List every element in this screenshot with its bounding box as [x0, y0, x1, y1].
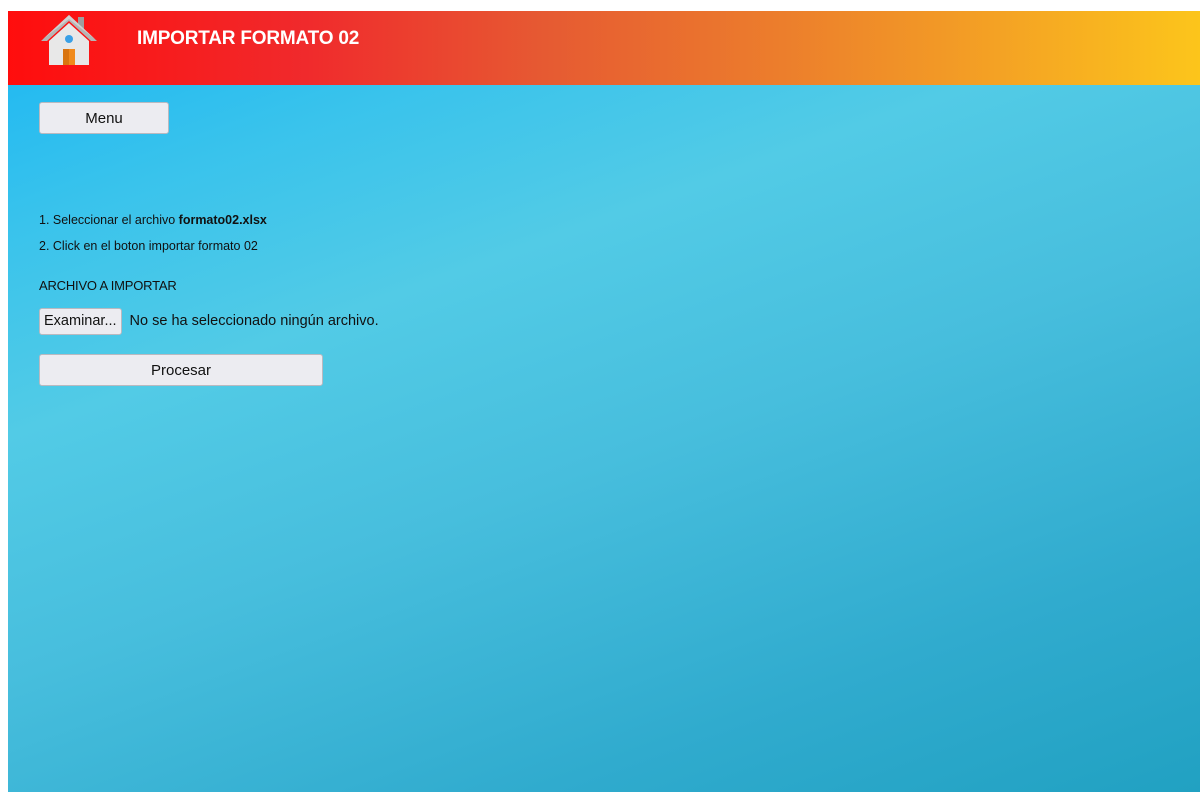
browse-button[interactable]: Examinar...: [39, 307, 122, 335]
page-frame: IMPORTAR FORMATO 02 Menu 1. Seleccionar …: [8, 11, 1200, 792]
file-input[interactable]: Examinar... No se ha seleccionado ningún…: [39, 307, 379, 335]
file-status-text: No se ha seleccionado ningún archivo.: [129, 313, 379, 329]
instruction-file-name: formato02.xlsx: [178, 213, 267, 227]
header-bar: IMPORTAR FORMATO 02: [8, 11, 1200, 85]
instruction-step-1-text: 1. Seleccionar el archivo: [39, 213, 179, 227]
menu-button[interactable]: Menu: [39, 102, 169, 134]
instruction-step-2: 2. Click en el boton importar formato 02: [39, 239, 258, 253]
file-input-label: ARCHIVO A IMPORTAR: [39, 278, 177, 293]
process-button[interactable]: Procesar: [39, 354, 323, 386]
instruction-step-1: 1. Seleccionar el archivo formato02.xlsx: [39, 213, 267, 227]
home-icon[interactable]: [39, 11, 99, 67]
page-title: IMPORTAR FORMATO 02: [137, 28, 360, 49]
